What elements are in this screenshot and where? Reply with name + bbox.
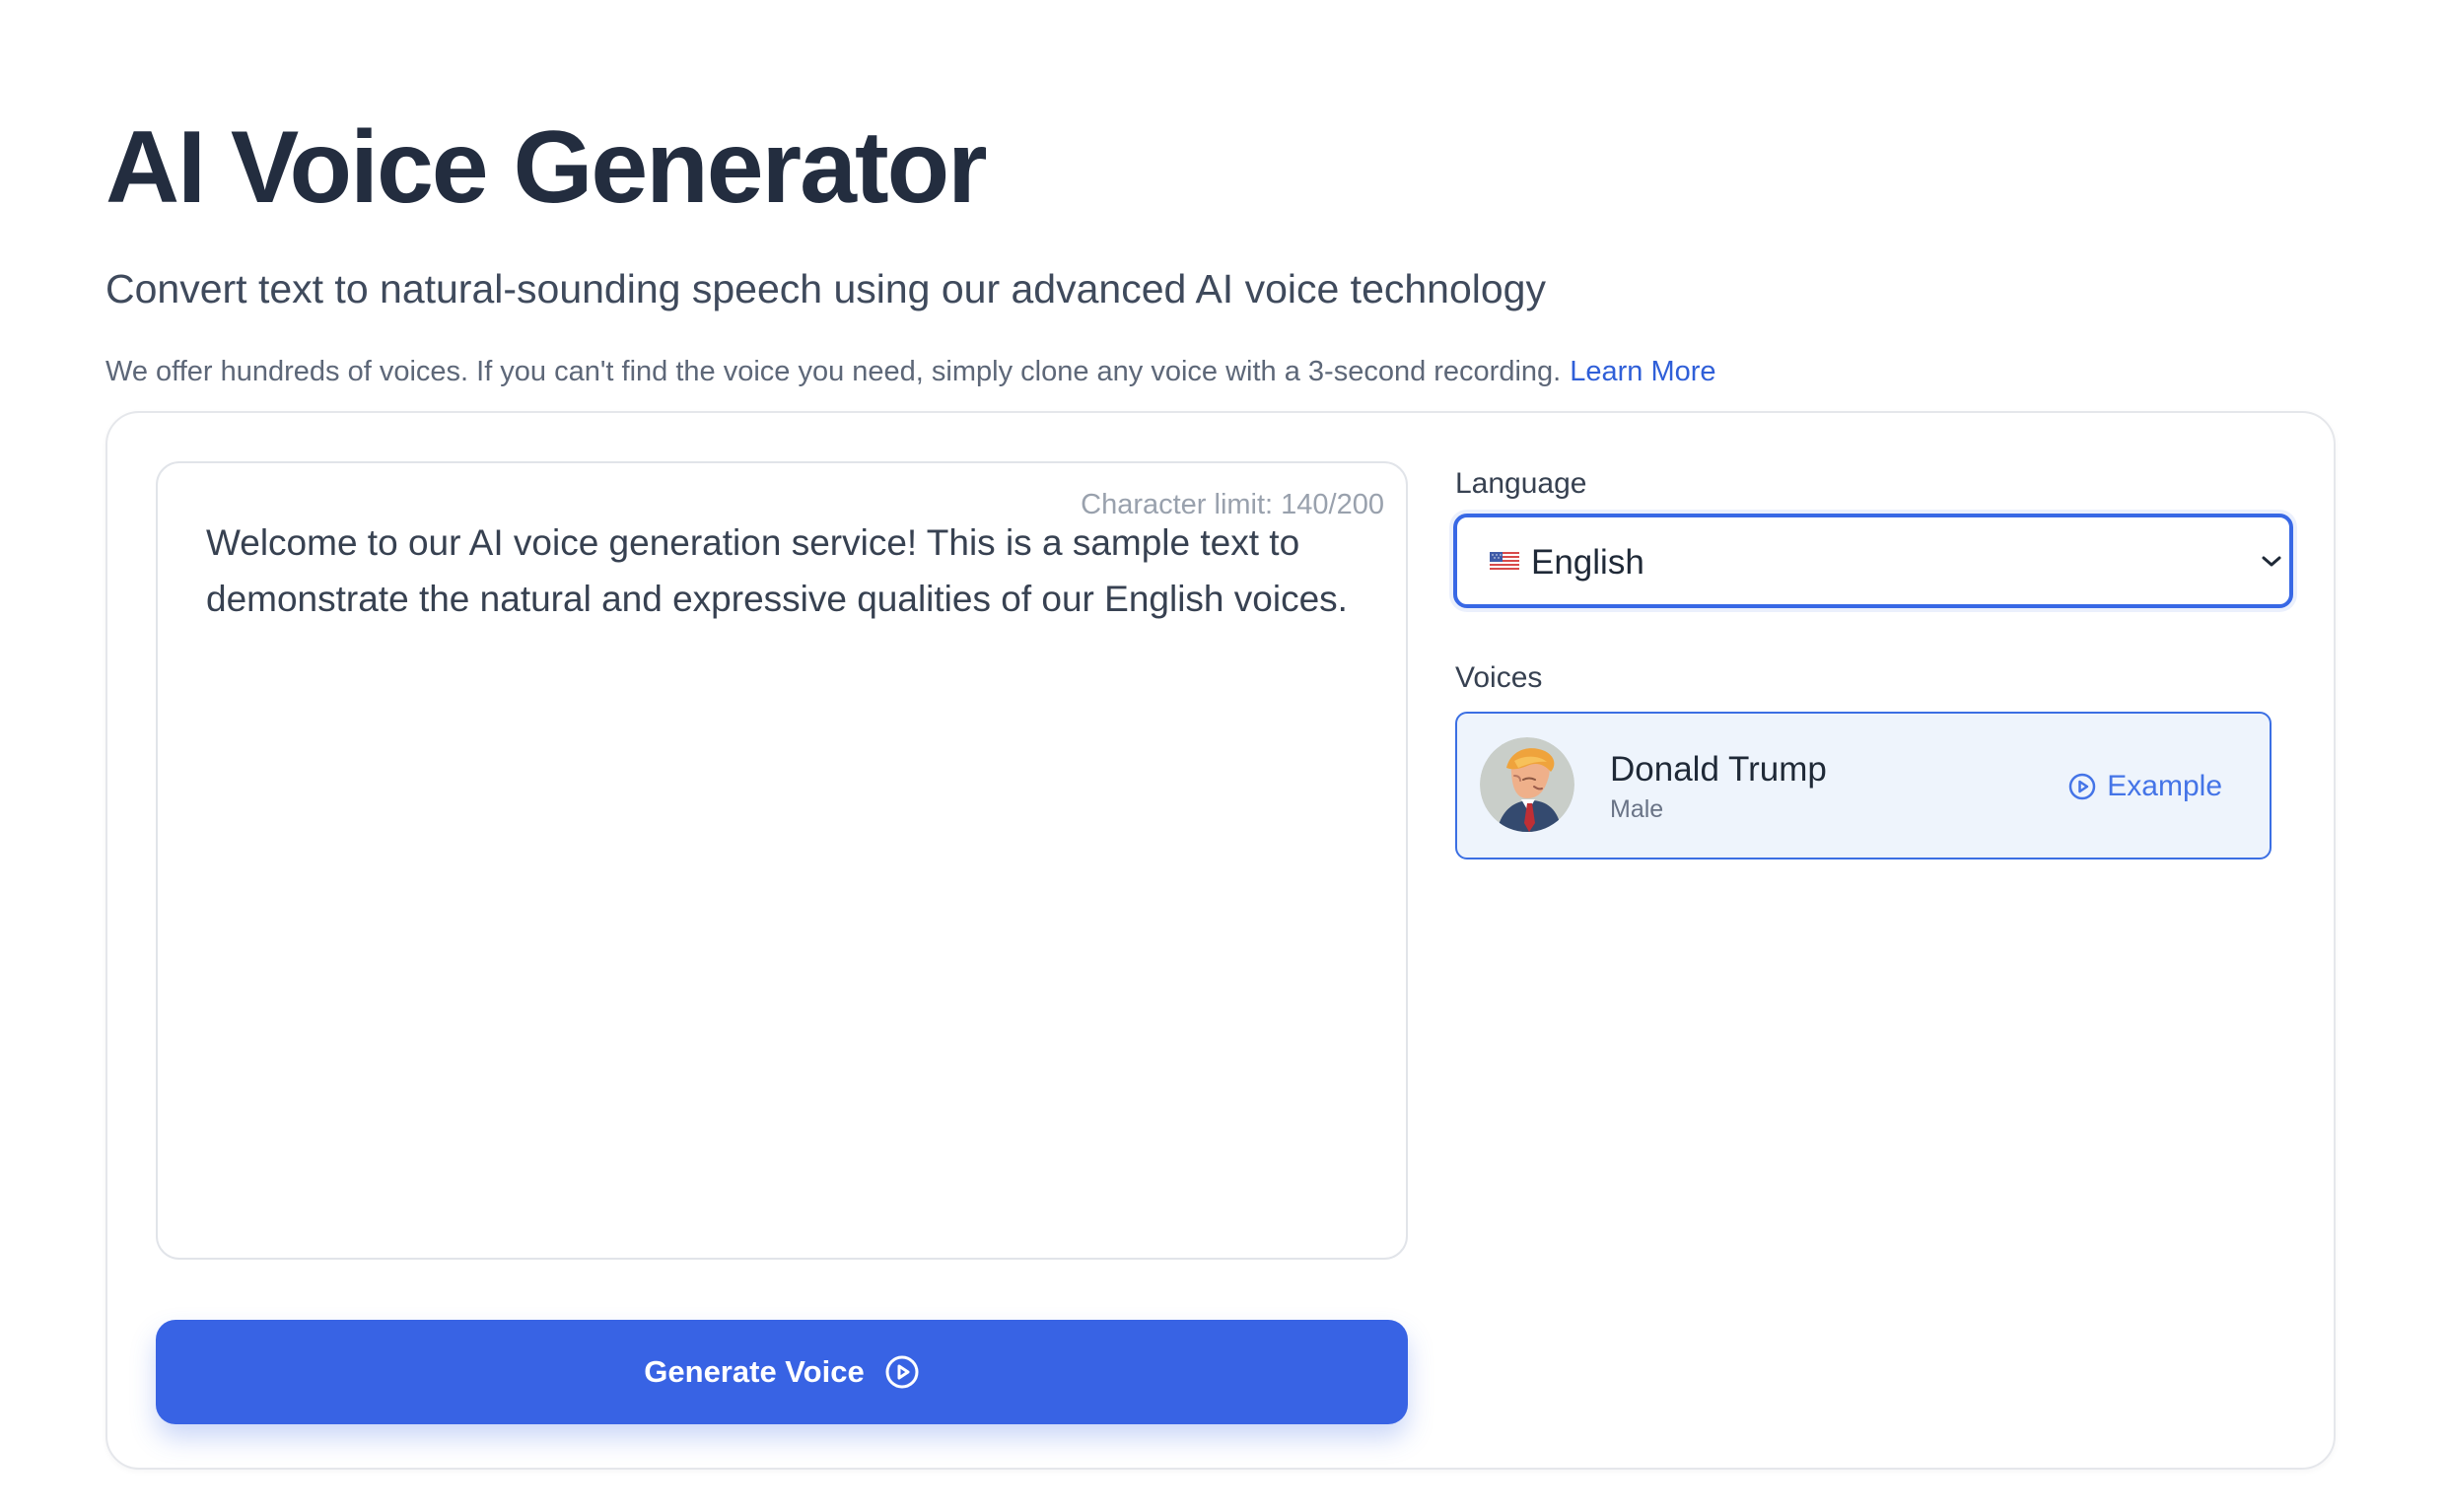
us-flag-icon <box>1490 552 1519 571</box>
text-input-panel: Character limit: 140/200 Welcome to our … <box>156 461 1408 1260</box>
voice-generator-card: Character limit: 140/200 Welcome to our … <box>105 411 2336 1470</box>
language-label: Language <box>1455 467 1587 500</box>
generate-voice-button[interactable]: Generate Voice <box>156 1320 1408 1424</box>
voice-gender: Male <box>1610 795 1664 823</box>
learn-more-link[interactable]: Learn More <box>1570 356 1715 387</box>
page-subtitle: Convert text to natural-sounding speech … <box>105 266 1546 311</box>
voice-option[interactable]: Donald Trump Male Example <box>1455 712 2272 859</box>
voices-label: Voices <box>1455 661 1543 694</box>
example-label: Example <box>2107 770 2222 802</box>
play-circle-icon <box>885 1355 919 1389</box>
example-button[interactable]: Example <box>2067 767 2222 806</box>
voice-info: We offer hundreds of voices. If you can'… <box>105 353 1716 390</box>
voice-info-text: We offer hundreds of voices. If you can'… <box>105 356 1562 387</box>
chevron-down-icon <box>2262 556 2281 567</box>
avatar <box>1480 737 1574 832</box>
generate-voice-label: Generate Voice <box>644 1354 865 1389</box>
language-select[interactable]: English <box>1453 514 2293 608</box>
selected-language: English <box>1531 543 1644 582</box>
voice-name: Donald Trump <box>1610 750 1827 789</box>
voice-text-input[interactable]: Welcome to our AI voice generation servi… <box>206 515 1360 627</box>
play-circle-icon <box>2069 773 2096 800</box>
page-title: AI Voice Generator <box>105 110 988 225</box>
